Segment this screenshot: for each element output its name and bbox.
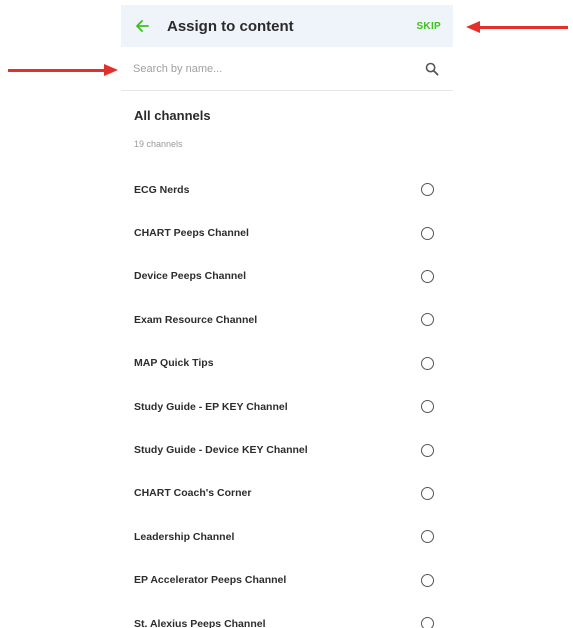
search-icon[interactable] (425, 62, 439, 76)
list-item[interactable]: MAP Quick Tips (121, 342, 453, 385)
radio-button[interactable] (421, 443, 434, 457)
channel-list: ECG Nerds CHART Peeps Channel Device Pee… (121, 168, 453, 628)
channel-label: Device Peeps Channel (134, 270, 247, 283)
channel-label: CHART Peeps Channel (134, 227, 249, 240)
radio-button[interactable] (421, 313, 434, 327)
list-item[interactable]: ECG Nerds (121, 168, 453, 211)
list-item[interactable]: CHART Peeps Channel (121, 211, 453, 254)
header-bar: Assign to content SKIP (121, 5, 453, 47)
page: Assign to content SKIP All channels 19 c… (0, 0, 573, 628)
list-item[interactable]: Leadership Channel (121, 515, 453, 558)
channel-label: Study Guide - Device KEY Channel (134, 444, 308, 457)
radio-button[interactable] (421, 400, 434, 414)
radio-button[interactable] (421, 617, 434, 628)
channel-label: EP Accelerator Peeps Channel (134, 574, 287, 587)
list-item[interactable]: Device Peeps Channel (121, 255, 453, 298)
list-item[interactable]: Study Guide - Device KEY Channel (121, 428, 453, 471)
channel-label: ECG Nerds (134, 183, 190, 196)
channel-count: 19 channels (134, 139, 183, 149)
radio-button[interactable] (421, 226, 434, 240)
skip-button[interactable]: SKIP (416, 21, 441, 32)
channel-label: CHART Coach's Corner (134, 487, 252, 500)
radio-button[interactable] (421, 183, 434, 197)
channel-label: MAP Quick Tips (134, 357, 214, 370)
channel-label: Study Guide - EP KEY Channel (134, 400, 288, 413)
assign-panel: Assign to content SKIP All channels 19 c… (121, 5, 453, 628)
list-item[interactable]: Study Guide - EP KEY Channel (121, 385, 453, 428)
section-title: All channels (134, 108, 211, 123)
list-item[interactable]: St. Alexius Peeps Channel (121, 602, 453, 628)
channel-label: St. Alexius Peeps Channel (134, 617, 266, 628)
list-item[interactable]: EP Accelerator Peeps Channel (121, 559, 453, 602)
list-item[interactable]: CHART Coach's Corner (121, 472, 453, 515)
radio-button[interactable] (421, 486, 434, 500)
radio-button[interactable] (421, 573, 434, 587)
page-title: Assign to content (167, 17, 294, 35)
channel-label: Exam Resource Channel (134, 313, 258, 326)
radio-button[interactable] (421, 269, 434, 283)
list-item[interactable]: Exam Resource Channel (121, 298, 453, 341)
arrow-left-icon[interactable] (133, 17, 151, 35)
radio-button[interactable] (421, 356, 434, 370)
search-bar (121, 47, 453, 91)
radio-button[interactable] (421, 530, 434, 544)
channel-label: Leadership Channel (134, 530, 235, 543)
search-input[interactable] (133, 62, 425, 75)
